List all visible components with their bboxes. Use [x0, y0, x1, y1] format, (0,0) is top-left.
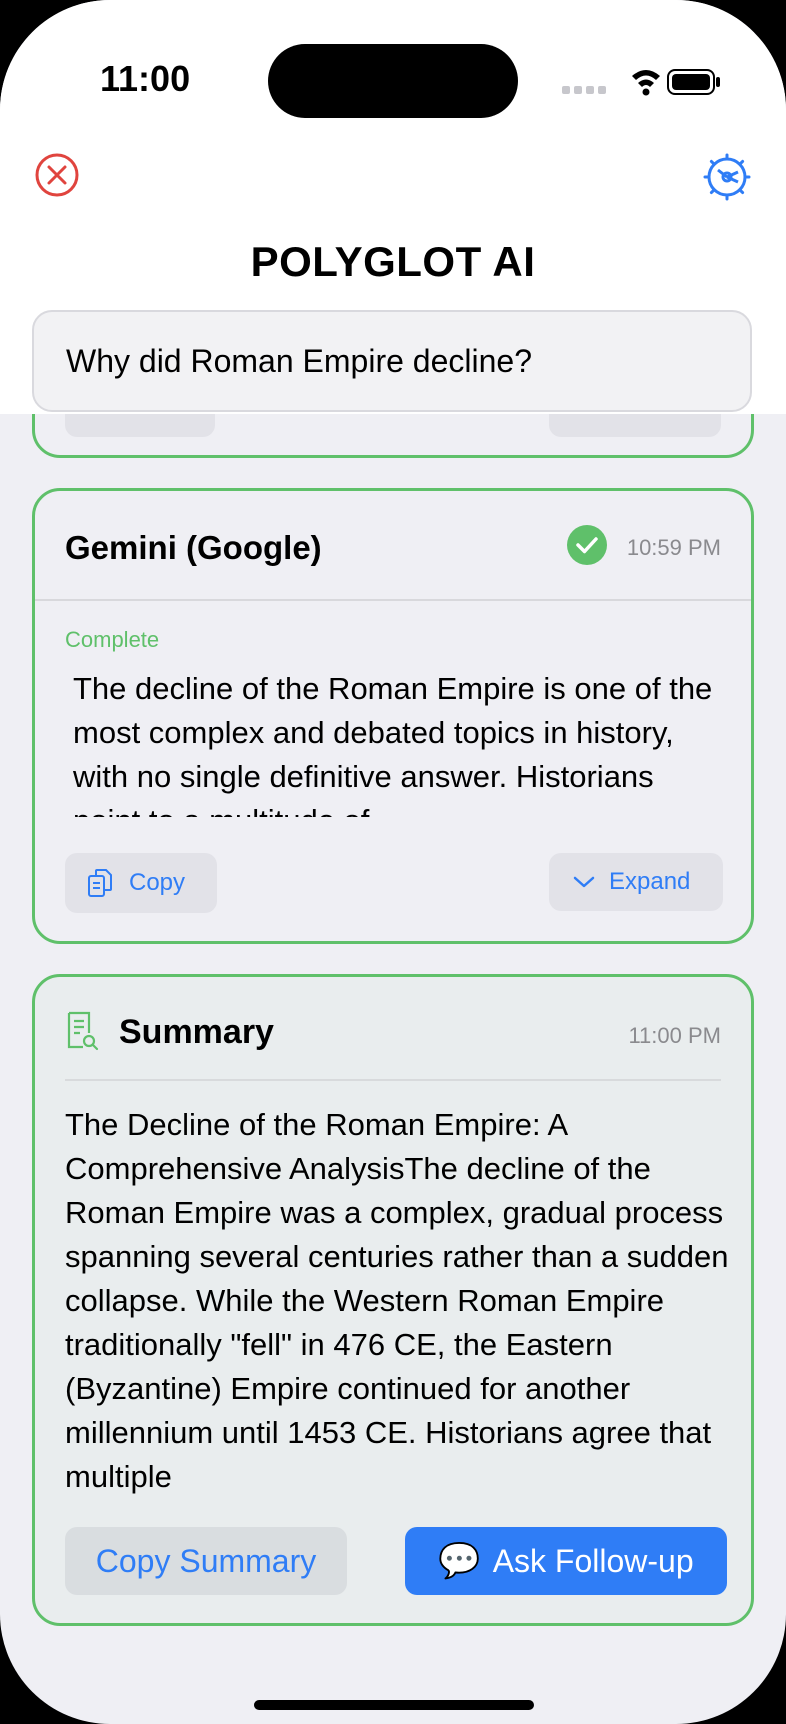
chevron-down-icon [573, 876, 595, 888]
gear-icon[interactable] [700, 150, 754, 204]
home-indicator[interactable] [254, 1700, 534, 1710]
ask-followup-label: Ask Follow-up [492, 1542, 694, 1579]
response-time: 10:59 PM [626, 535, 721, 560]
summary-text: The Decline of the Roman Empire: A Compr… [65, 1107, 729, 1494]
copy-icon [88, 869, 112, 897]
app-screen: 11:00 POLYGLOT AI Why did Roman Empire d… [0, 0, 786, 1724]
speech-bubble-icon: 💬 [438, 1542, 481, 1580]
app-title: POLYGLOT AI [250, 238, 536, 285]
gemini-response-card: Gemini (Google) 10:59 PM Complete The de… [32, 488, 754, 944]
query-input[interactable]: Why did Roman Empire decline? [32, 310, 752, 412]
close-icon[interactable] [34, 152, 80, 198]
query-text: Why did Roman Empire decline? [66, 342, 532, 379]
copy-label: Copy [129, 869, 186, 896]
battery-icon [667, 69, 720, 95]
model-name: Gemini (Google) [65, 529, 322, 566]
status-time: 11:00 [100, 58, 191, 99]
divider [35, 599, 751, 601]
copy-summary-label: Copy Summary [95, 1542, 317, 1579]
status-label: Complete [65, 627, 160, 652]
expand-label: Expand [609, 868, 691, 895]
wifi-icon [632, 70, 660, 96]
response-text: The decline of the Roman Empire is one o… [73, 671, 713, 817]
cellular-signal-icon [562, 86, 606, 94]
expand-button[interactable]: Expand [549, 853, 723, 911]
summary-title: Summary [119, 1013, 274, 1051]
checkmark-circle-icon [567, 525, 607, 565]
dynamic-island [268, 44, 518, 118]
summary-card: Summary 11:00 PM The Decline of the Roma… [32, 974, 754, 1626]
summary-time: 11:00 PM [628, 1023, 721, 1048]
ask-followup-button[interactable]: 💬 Ask Follow-up [405, 1527, 727, 1595]
copy-button[interactable]: Copy [65, 853, 217, 913]
divider [65, 1079, 721, 1081]
copy-summary-button[interactable]: Copy Summary [65, 1527, 347, 1595]
status-icons [562, 69, 720, 96]
document-search-icon [67, 1011, 99, 1051]
